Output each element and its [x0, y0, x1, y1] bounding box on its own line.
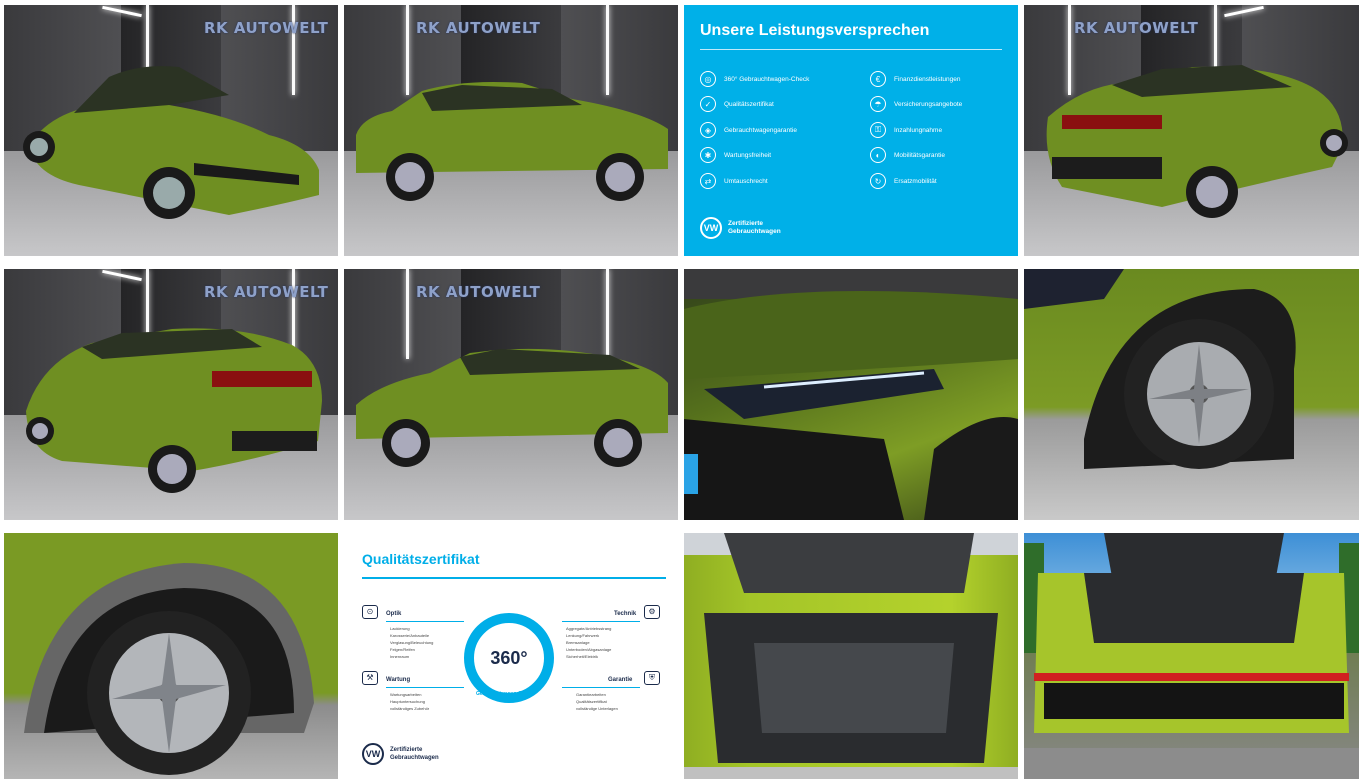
promise-item: ⚿ Inzahlungnahme: [870, 122, 942, 138]
car-rear-left-photo: [26, 328, 322, 493]
technik-icon: ⚙: [644, 605, 660, 619]
front-wheel-detail-photo: [1024, 269, 1296, 469]
car-front-three-quarter-photo: [23, 66, 319, 219]
wartung-icon: ⚒: [362, 671, 378, 685]
car-rear-three-quarter-photo: [1046, 65, 1348, 218]
gallery-photo-12[interactable]: [1024, 533, 1359, 779]
qualitaetszertifikat-card[interactable]: Qualitätszertifikat ⊙ Optik Lackierung K…: [344, 533, 678, 779]
promise-item: ☂ Versicherungsangebote: [870, 96, 962, 112]
car-side-view-photo: [356, 82, 668, 201]
card-title: Unsere Leistungsversprechen: [700, 22, 930, 39]
promise-item: ✓ Qualitätszertifikat: [700, 96, 774, 112]
rear-open-trunk-photo: [1024, 533, 1359, 779]
gallery-photo-4[interactable]: RK AUTOWELT: [1024, 5, 1359, 256]
dealer-logo: RK AUTOWELT: [416, 19, 541, 37]
key-icon: ⚿: [870, 122, 886, 138]
gallery-photo-11[interactable]: [684, 533, 1018, 779]
gallery-photo-6[interactable]: RK AUTOWELT: [344, 269, 678, 520]
promise-item: ◐ Mobilitätsgarantie: [870, 147, 945, 163]
car-icon: ◐: [870, 147, 886, 163]
car-left-side-photo: [356, 348, 668, 467]
certified-badge: VW Zertifizierte Gebrauchtwagen: [700, 217, 781, 239]
car-check-icon: ◎: [700, 71, 716, 87]
promise-item: ◈ Gebrauchtwagengarantie: [700, 122, 797, 138]
dealer-logo: RK AUTOWELT: [416, 283, 541, 301]
card-title: Qualitätszertifikat: [362, 551, 480, 567]
umbrella-icon: ☂: [870, 96, 886, 112]
finance-icon: €: [870, 71, 886, 87]
promise-item: ✱ Wartungsfreiheit: [700, 147, 771, 163]
promise-item: ◎ 360° Gebrauchtwagen-Check: [700, 71, 809, 87]
certificate-icon: ✓: [700, 96, 716, 112]
rear-wheel-detail-photo: [24, 563, 314, 775]
dealer-logo: RK AUTOWELT: [1074, 19, 1199, 37]
vw-logo-icon: VW: [362, 743, 384, 765]
headlight-detail-photo: [684, 269, 1018, 520]
gallery-photo-9[interactable]: [4, 533, 338, 779]
gallery-photo-8[interactable]: [1024, 269, 1359, 520]
exchange-icon: ⇄: [700, 173, 716, 189]
promise-item: € Finanzdienstleistungen: [870, 71, 961, 87]
certified-badge: VW Zertifizierte Gebrauchtwagen: [362, 743, 439, 765]
leistungsversprechen-card[interactable]: Unsere Leistungsversprechen ◎ 360° Gebrau…: [684, 5, 1018, 256]
gallery-photo-2[interactable]: RK AUTOWELT: [344, 5, 678, 256]
vw-logo-icon: VW: [700, 217, 722, 239]
360-check-badge: 360°: [464, 613, 554, 703]
replacement-car-icon: ↻: [870, 173, 886, 189]
dealer-logo: RK AUTOWELT: [204, 19, 329, 37]
gallery-photo-7[interactable]: [684, 269, 1018, 520]
promise-item: ↻ Ersatzmobilität: [870, 173, 937, 189]
optik-icon: ⊙: [362, 605, 378, 619]
dealer-logo: RK AUTOWELT: [204, 283, 329, 301]
shield-icon: ◈: [700, 122, 716, 138]
photo-gallery: RK AUTOWELT RK AUTOWELT Unsere Leistungs…: [4, 5, 1359, 779]
wrench-icon: ✱: [700, 147, 716, 163]
garantie-icon: ⛨: [644, 671, 660, 685]
trunk-interior-photo: [684, 533, 1018, 779]
gallery-photo-5[interactable]: RK AUTOWELT: [4, 269, 338, 520]
promise-item: ⇄ Umtauschrecht: [700, 173, 768, 189]
gallery-photo-1[interactable]: RK AUTOWELT: [4, 5, 338, 256]
